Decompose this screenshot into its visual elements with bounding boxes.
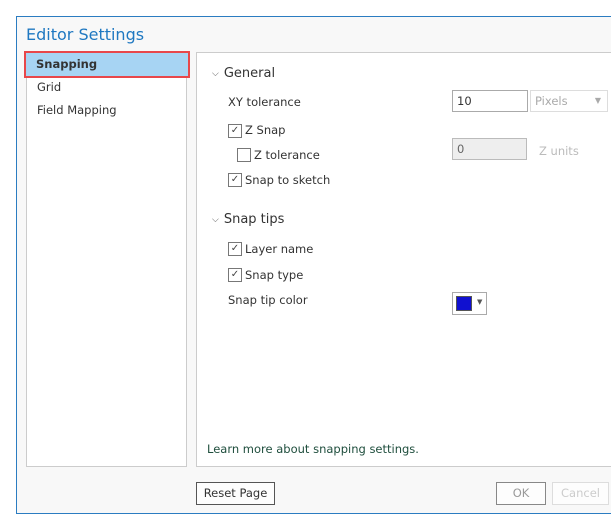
dialog-title: Editor Settings — [26, 25, 145, 44]
snap-tips-section-header[interactable]: ⌵ Snap tips — [212, 212, 284, 227]
z-tolerance-input[interactable]: 0 — [452, 138, 527, 160]
ok-button[interactable]: OK — [496, 482, 546, 505]
xy-units-value: Pixels — [535, 94, 568, 108]
general-label: General — [223, 66, 276, 81]
reset-page-button[interactable]: Reset Page — [196, 482, 275, 505]
nav-item-grid[interactable]: Grid — [27, 76, 186, 98]
layer-name-checkbox[interactable]: ✓ — [228, 242, 242, 256]
chevron-down-icon: ▼ — [477, 298, 483, 306]
z-units-label: Z units — [539, 144, 579, 158]
snap-to-sketch-label: Snap to sketch — [245, 173, 331, 187]
settings-nav: Snapping Grid Field Mapping — [24, 51, 190, 467]
chevron-down-icon: ⌵ — [212, 69, 219, 79]
snap-to-sketch-checkbox[interactable]: ✓ — [228, 173, 242, 187]
xy-tolerance-label: XY tolerance — [228, 95, 301, 109]
layer-name-label: Layer name — [245, 242, 314, 256]
color-swatch — [456, 296, 472, 311]
snap-type-label: Snap type — [245, 268, 304, 282]
chevron-down-icon: ⌵ — [212, 215, 219, 225]
learn-more-link[interactable]: Learn more about snapping settings. — [207, 442, 419, 456]
snap-tips-label: Snap tips — [223, 212, 285, 227]
xy-tolerance-input[interactable]: 10 — [452, 90, 528, 112]
snap-tip-color-picker[interactable]: ▼ — [452, 292, 487, 315]
xy-units-dropdown[interactable]: Pixels ▼ — [530, 90, 608, 112]
z-tolerance-checkbox[interactable] — [237, 148, 251, 162]
snapping-panel — [196, 52, 611, 467]
nav-item-field-mapping[interactable]: Field Mapping — [27, 99, 186, 121]
general-section-header[interactable]: ⌵ General — [212, 66, 275, 81]
z-tolerance-label: Z tolerance — [254, 148, 320, 162]
z-snap-checkbox[interactable]: ✓ — [228, 124, 242, 138]
nav-item-snapping[interactable]: Snapping — [24, 51, 190, 78]
snap-type-checkbox[interactable]: ✓ — [228, 268, 242, 282]
chevron-down-icon: ▼ — [594, 96, 601, 105]
snap-tip-color-label: Snap tip color — [228, 293, 308, 307]
z-snap-label: Z Snap — [245, 123, 286, 137]
cancel-button[interactable]: Cancel — [552, 482, 609, 505]
